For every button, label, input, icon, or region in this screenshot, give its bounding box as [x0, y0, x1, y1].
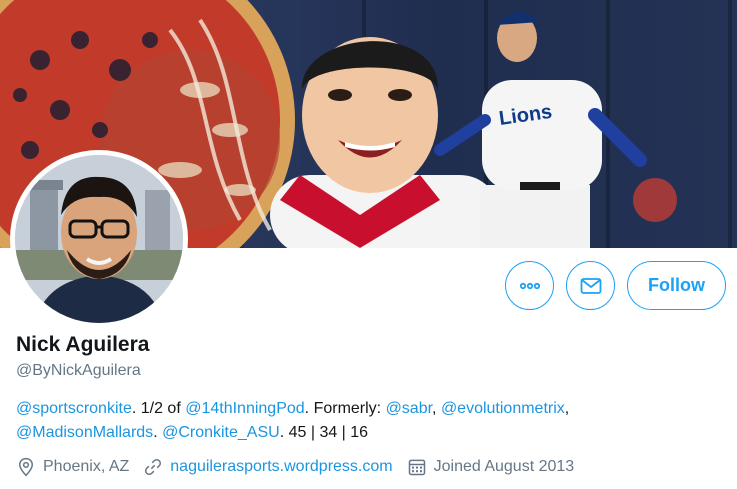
more-icon [519, 282, 540, 289]
bio-mention-sportscronkite[interactable]: @sportscronkite [16, 400, 132, 417]
link-icon [145, 458, 162, 476]
mail-icon [580, 277, 601, 294]
bio-mention-14thinningpod[interactable]: @14thInningPod [185, 400, 304, 417]
calendar-icon [408, 459, 425, 476]
profile-location: Phoenix, AZ [16, 457, 129, 477]
bio-text: . 45 | 34 | 16 [279, 424, 369, 441]
profile-display-name: Nick Aguilera [16, 333, 150, 356]
profile-meta: Phoenix, AZ naguilerasports.wordpress.co… [16, 457, 588, 477]
profile-avatar[interactable] [10, 150, 188, 328]
more-options-button[interactable] [505, 261, 554, 310]
profile-website[interactable]: naguilerasports.wordpress.com [143, 457, 393, 477]
bio-mention-sabr[interactable]: @sabr [386, 400, 432, 417]
profile-joined: Joined August 2013 [407, 457, 575, 477]
website-link[interactable]: naguilerasports.wordpress.com [170, 458, 392, 476]
profile-handle: @ByNickAguilera [16, 362, 141, 379]
bio-text: . 1/2 of [131, 400, 186, 417]
profile-bio: @sportscronkite. 1/2 of @14thInningPod. … [16, 397, 716, 445]
location-text: Phoenix, AZ [43, 458, 130, 475]
bio-text: , [564, 400, 570, 417]
bio-text: , [432, 400, 441, 417]
message-button[interactable] [566, 261, 615, 310]
bio-text: . [153, 424, 163, 441]
bio-text: . Formerly: [304, 400, 386, 417]
joined-text: Joined August 2013 [433, 458, 575, 475]
bio-mention-evolutionmetrix[interactable]: @evolutionmetrix [441, 400, 565, 417]
bio-mention-cronkite-asu[interactable]: @Cronkite_ASU [162, 424, 280, 441]
chef-figure [270, 37, 500, 248]
location-pin-icon [18, 457, 34, 477]
bio-mention-madisonmallards[interactable]: @MadisonMallards [16, 424, 153, 441]
avatar-photo [15, 155, 183, 323]
follow-button[interactable]: Follow [627, 261, 726, 310]
